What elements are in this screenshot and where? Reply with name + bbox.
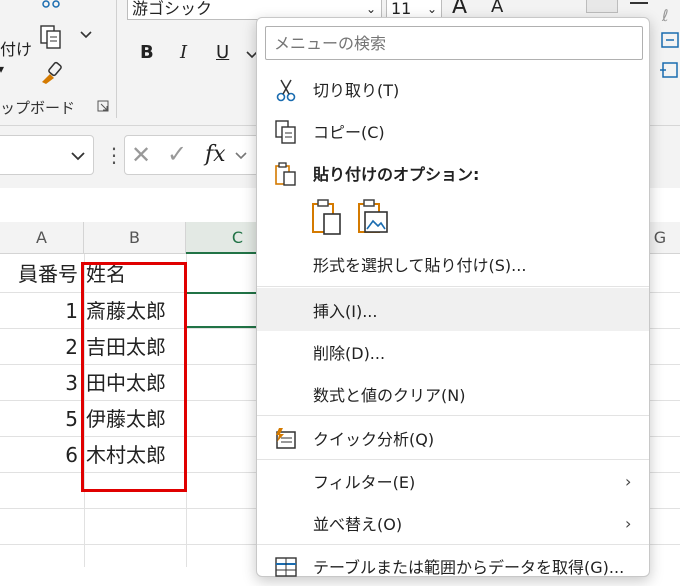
italic-button[interactable]: I (180, 42, 187, 63)
menu-item-cut[interactable]: 切り取り(T) (257, 69, 649, 109)
filter-label: フィルター(E) (313, 473, 416, 492)
align-lines-icon (630, 2, 648, 4)
dialog-launcher-icon[interactable] (97, 100, 109, 112)
clipboard-icon (275, 162, 296, 186)
cell-a5[interactable]: 5 (0, 401, 78, 437)
copy-icon (275, 120, 296, 144)
quick-analysis-icon (276, 428, 296, 449)
insert-function-button[interactable]: fx (205, 142, 226, 167)
chevron-down-icon[interactable] (80, 30, 92, 40)
name-box[interactable] (0, 135, 94, 175)
format-painter-top-icon[interactable] (40, 0, 62, 10)
menu-item-paste-special[interactable]: 形式を選択して貼り付け(S)... (257, 244, 649, 284)
menu-item-clear[interactable]: 数式と値のクリア(N) (257, 374, 649, 414)
clear-label: 数式と値のクリア(N) (313, 386, 466, 405)
cell-a2[interactable]: 1 (0, 293, 78, 329)
menu-search-box[interactable] (265, 26, 643, 60)
underline-button[interactable]: U (216, 42, 229, 63)
font-size-value: 11 (391, 0, 412, 18)
menu-separator (257, 544, 649, 545)
cell-a3[interactable]: 2 (0, 329, 78, 365)
paste-button-label[interactable]: 付け (0, 36, 32, 60)
chevron-down-icon[interactable]: ⌄ (366, 0, 376, 18)
formula-buttons: ✕ ✓ fx (124, 135, 264, 175)
delete-label: 削除(D)... (313, 344, 386, 363)
quick-analysis-label: クイック分析(Q) (313, 430, 435, 449)
menu-separator (257, 459, 649, 460)
menu-separator (257, 286, 649, 287)
submenu-arrow-icon: › (625, 471, 632, 491)
left-marker: ▾ (0, 62, 5, 76)
get-data-label: テーブルまたは範囲からデータを取得(G)... (313, 558, 625, 577)
menu-search-input[interactable] (266, 27, 636, 59)
copy-icon[interactable] (38, 24, 64, 50)
submenu-arrow-icon: › (625, 513, 632, 533)
group-separator (116, 0, 117, 118)
chevron-down-icon[interactable] (71, 151, 85, 161)
menu-item-copy[interactable]: コピー(C) (257, 111, 649, 151)
wrap-text-icon[interactable] (658, 60, 680, 80)
menu-item-cut-label: 切り取り(T) (313, 81, 400, 100)
column-header-b[interactable]: B (84, 222, 186, 254)
chevron-down-icon[interactable]: ⌄ (427, 0, 437, 18)
paste-options-label: 貼り付けのオプション: (313, 165, 480, 184)
menu-item-get-data[interactable]: テーブルまたは範囲からデータを取得(G)... (257, 546, 649, 586)
paste-special-label: 形式を選択して貼り付け(S)... (313, 256, 527, 275)
bold-button[interactable]: B (140, 42, 154, 63)
menu-paste-options-header: 貼り付けのオプション: (257, 153, 649, 193)
font-name-value: 游ゴシック (132, 0, 213, 18)
formula-bar-grip: ⋮ (104, 143, 124, 167)
menu-item-filter[interactable]: フィルター(E) › (257, 461, 649, 501)
menu-item-copy-label: コピー(C) (313, 123, 385, 142)
paste-option-paste[interactable] (309, 198, 345, 236)
menu-item-quick-analysis[interactable]: クイック分析(Q) (257, 418, 649, 458)
format-painter-icon[interactable] (38, 60, 64, 86)
sort-label: 並べ替え(O) (313, 515, 403, 534)
paste-picture-icon (358, 199, 388, 233)
paste-option-picture[interactable] (355, 198, 391, 236)
menu-item-insert[interactable]: 挿入(I)... (257, 288, 649, 331)
context-menu: 切り取り(T) コピー(C) 貼り付けのオプション: (256, 17, 650, 577)
chevron-down-icon[interactable] (235, 151, 247, 161)
menu-separator (257, 415, 649, 416)
active-cell[interactable] (185, 292, 265, 328)
insert-label: 挿入(I)... (313, 301, 378, 321)
menu-item-delete[interactable]: 削除(D)... (257, 332, 649, 372)
paste-icon (312, 199, 341, 235)
clipboard-group-label: ップボード (0, 99, 76, 117)
confirm-button[interactable]: ✓ (167, 140, 187, 168)
ribbon-fragment-text: ℓ (662, 6, 669, 25)
cell-a4[interactable]: 3 (0, 365, 78, 401)
table-icon (275, 557, 297, 577)
cell-a1[interactable]: 員番号 (0, 256, 78, 292)
cancel-button[interactable]: ✕ (131, 141, 151, 169)
column-header-a[interactable]: A (0, 222, 84, 254)
cell-a6[interactable]: 6 (0, 437, 78, 473)
indent-icon[interactable] (660, 30, 680, 50)
shrink-font-button[interactable]: A (491, 0, 503, 17)
align-button[interactable] (586, 0, 618, 13)
menu-item-sort[interactable]: 並べ替え(O) › (257, 503, 649, 543)
highlight-box (81, 262, 187, 492)
scissors-icon (276, 79, 296, 102)
